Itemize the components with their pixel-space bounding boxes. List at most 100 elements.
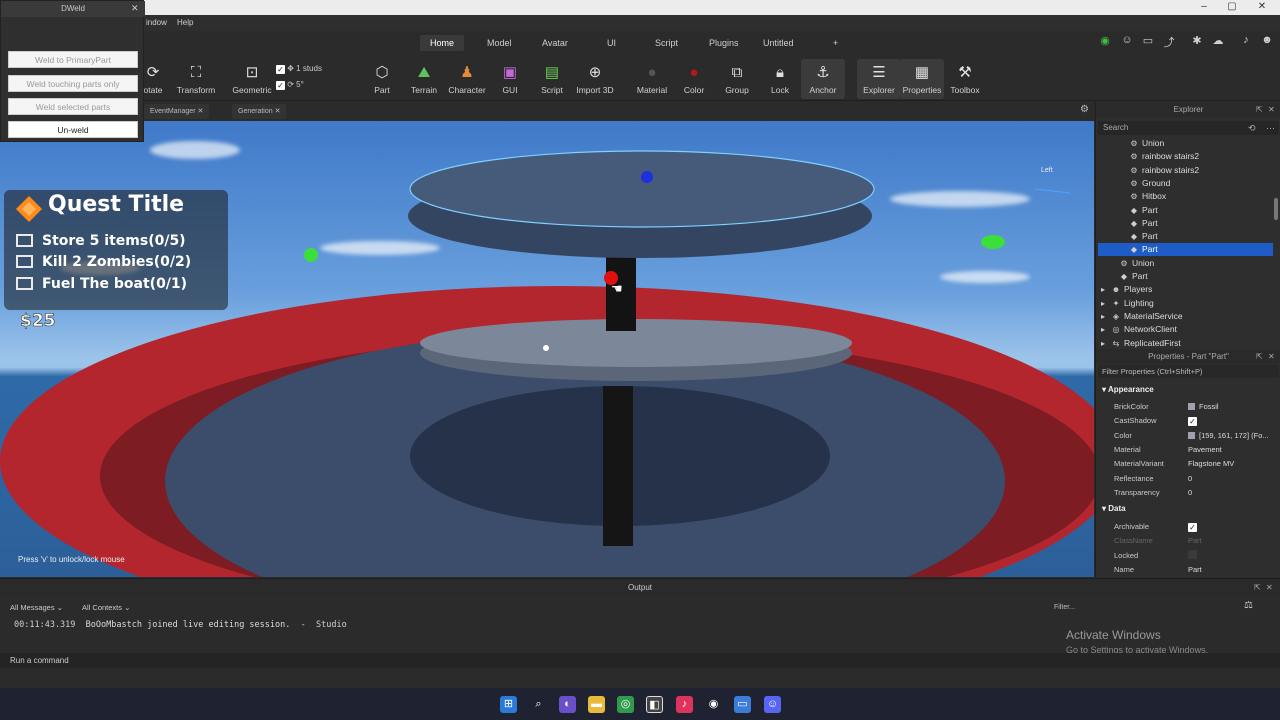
explorer-item[interactable]: ⚙ rainbow stairs2 [1098, 150, 1273, 163]
color-button[interactable]: ● Color [672, 63, 716, 95]
settings-icon[interactable]: ✱ [1190, 34, 1204, 47]
property-row[interactable]: Transparency 0 [1096, 485, 1280, 500]
start-menu-icon[interactable]: ⊞ [500, 696, 517, 713]
toolbox-button[interactable]: ⚒ Toolbox [943, 63, 987, 95]
property-checkbox[interactable]: ✓ [1188, 523, 1197, 532]
move-snap-checkbox[interactable]: ✓ [276, 65, 285, 74]
viewport-settings-icon[interactable]: ⚙ [1080, 104, 1089, 115]
view-cube-label[interactable]: Left [1041, 167, 1053, 174]
property-row[interactable]: Reflectance 0 [1096, 471, 1280, 486]
explorer-item[interactable]: ◆ Part [1098, 270, 1273, 283]
roblox-studio-icon[interactable]: ◧ [646, 696, 663, 713]
property-row[interactable]: Locked [1096, 548, 1280, 563]
explorer-item[interactable]: ⚙ Hitbox [1098, 190, 1273, 203]
menu-help[interactable]: Help [177, 18, 193, 27]
close-icon[interactable]: ✕ [131, 3, 139, 14]
property-checkbox[interactable] [1188, 549, 1197, 559]
tab-ui[interactable]: UI [597, 35, 626, 51]
cloud-icon[interactable]: ☁ [1211, 34, 1225, 47]
color-swatch[interactable] [1188, 403, 1195, 410]
property-row[interactable]: CastShadow ✓ [1096, 413, 1280, 428]
script-button[interactable]: ▤ Script [530, 63, 574, 95]
doc-tab-eventmanager[interactable]: EventManager ✕ [144, 104, 210, 119]
collab-status-icon[interactable]: ◉ [1098, 34, 1112, 47]
expand-arrow-icon[interactable]: ▸ [1098, 283, 1108, 296]
group-button[interactable]: ⧉ Group [715, 63, 759, 95]
history-icon[interactable]: ⟲ [1248, 121, 1256, 135]
property-row[interactable]: Name Part [1096, 562, 1280, 577]
explorer-item[interactable]: ▸ ✦ Lighting [1098, 297, 1273, 310]
rotate-snap-field[interactable]: ✓ ⟳ 5° [276, 80, 304, 90]
explorer-button[interactable]: ☰ Explorer [857, 59, 901, 99]
properties-filter-input[interactable]: Filter Properties (Ctrl+Shift+P) [1098, 365, 1279, 378]
menu-window[interactable]: indow [146, 18, 167, 27]
property-row[interactable]: BrickColor Fossil [1096, 399, 1280, 414]
minimize-icon[interactable]: – [1197, 1, 1211, 12]
property-value[interactable]: 0 [1188, 471, 1192, 486]
explorer-item[interactable]: ⚙ Union [1098, 137, 1273, 150]
tab-model[interactable]: Model [477, 35, 522, 51]
weld-selected-parts-button[interactable]: Weld selected parts [8, 98, 138, 115]
color-swatch[interactable] [1188, 431, 1195, 439]
discord-icon[interactable]: ☺ [764, 696, 781, 713]
transform-tool-button[interactable]: ⛶ Transform [174, 63, 218, 95]
explorer-search-input[interactable]: Search ⟲ ⋯ [1098, 121, 1279, 135]
property-checkbox[interactable]: ✓ [1188, 417, 1197, 427]
rotate-snap-checkbox[interactable]: ✓ [276, 81, 285, 90]
expand-arrow-icon[interactable]: ▸ [1098, 323, 1108, 336]
property-value[interactable]: ✓ [1188, 413, 1197, 428]
output-filter-input[interactable]: Filter... [1050, 601, 1236, 614]
explorer-item[interactable]: ⚙ rainbow stairs2 [1098, 164, 1273, 177]
tab-avatar[interactable]: Avatar [532, 35, 578, 51]
weld-touching-parts-button[interactable]: Weld touching parts only [8, 75, 138, 92]
tab-script[interactable]: Script [645, 35, 688, 51]
section-appearance[interactable]: ▾ Appearance [1102, 385, 1154, 394]
popout-icon[interactable]: ⇱ [1256, 352, 1263, 361]
geometric-button[interactable]: ⊡ Geometric [230, 63, 274, 95]
move-snap-field[interactable]: ✓ ✥ 1 studs [276, 64, 322, 74]
property-value[interactable]: Part [1188, 533, 1202, 548]
close-tab-icon[interactable]: ✕ [197, 108, 203, 115]
weld-to-primarypart-button[interactable]: Weld to PrimaryPart [8, 51, 138, 68]
close-icon[interactable]: ✕ [1266, 583, 1273, 592]
close-icon[interactable]: ✕ [1268, 352, 1275, 361]
tab-untitled[interactable]: Untitled [753, 35, 804, 51]
material-button[interactable]: ● Material [630, 63, 674, 95]
property-value[interactable]: ✓ [1188, 519, 1197, 534]
tab-plugins[interactable]: Plugins [699, 35, 749, 51]
close-icon[interactable]: ✕ [1268, 105, 1275, 114]
lock-button[interactable]: 🔒︎ Lock [758, 63, 802, 95]
property-value[interactable]: Part [1188, 562, 1202, 577]
explorer-item[interactable]: ▸ ⇆ ReplicatedFirst [1098, 337, 1273, 350]
popout-icon[interactable]: ⇱ [1254, 583, 1261, 592]
explorer-item[interactable]: ⚙ Union [1098, 257, 1273, 270]
gui-button[interactable]: ▣ GUI [488, 63, 532, 95]
property-row[interactable]: Material Pavement [1096, 442, 1280, 457]
add-tab-icon[interactable]: + [823, 35, 848, 51]
doc-tab-generation[interactable]: Generation ✕ [232, 104, 287, 119]
explorer-item[interactable]: ◆ Part [1098, 230, 1273, 243]
chat-icon[interactable]: ▭ [1141, 34, 1155, 47]
property-value[interactable]: 0 [1188, 485, 1192, 500]
property-value[interactable]: Fossil [1188, 399, 1219, 414]
unweld-button[interactable]: Un-weld [8, 121, 138, 138]
tab-home[interactable]: Home [420, 35, 465, 51]
app-icon[interactable]: ▭ [734, 696, 751, 713]
property-row[interactable]: MaterialVariant Flagstone MV [1096, 456, 1280, 471]
property-value[interactable]: [159, 161, 172] (Fo... [1188, 428, 1269, 443]
character-button[interactable]: ♟ Character [445, 63, 489, 95]
all-contexts-dropdown[interactable]: All Contexts ⌄ [78, 601, 142, 614]
import-3d-button[interactable]: ⊕ Import 3D [573, 63, 617, 95]
steam-icon[interactable]: ◉ [705, 696, 722, 713]
search-icon[interactable]: ⌕ [530, 696, 547, 713]
command-bar-input[interactable]: Run a command [0, 653, 1280, 668]
account-icon[interactable]: ☻ [1260, 34, 1274, 46]
clear-output-icon[interactable]: ⚖ [1244, 600, 1253, 611]
explorer-scrollbar[interactable] [1274, 198, 1278, 220]
property-value[interactable] [1188, 548, 1197, 563]
explorer-item[interactable]: ◆ Part [1098, 217, 1273, 230]
explorer-item[interactable]: ▸ ◎ NetworkClient [1098, 323, 1273, 336]
property-row[interactable]: Color [159, 161, 172] (Fo... [1096, 428, 1280, 443]
anchor-button[interactable]: ⚓︎ Anchor [801, 59, 845, 99]
explorer-item[interactable]: ◆ Part [1098, 243, 1273, 257]
